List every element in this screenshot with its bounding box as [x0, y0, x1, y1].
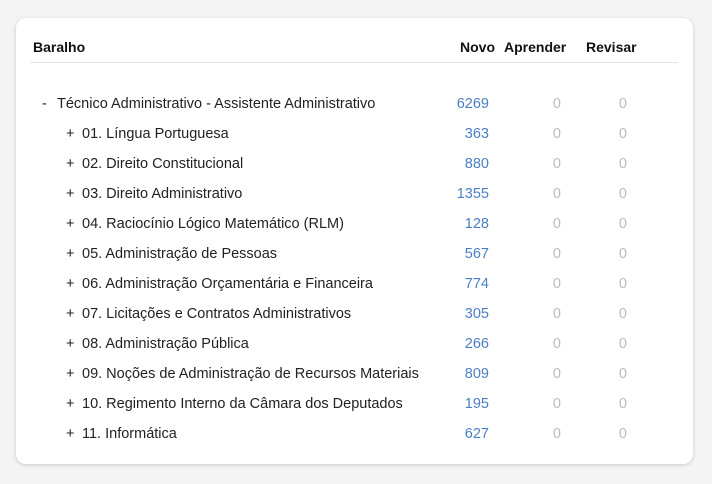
new-count: 880 [464, 156, 489, 172]
expand-toggle[interactable]: + [66, 186, 74, 202]
deck-row: + 06. Administração Orçamentária e Finan… [16, 270, 693, 300]
deck-row: + 11. Informática 627 0 0 [16, 420, 693, 450]
deck-name-link[interactable]: 08. Administração Pública [82, 336, 249, 352]
review-count: 0 [618, 246, 627, 262]
expand-toggle[interactable]: + [66, 276, 74, 292]
new-count: 266 [464, 336, 489, 352]
learn-count: 0 [552, 426, 561, 442]
header-learn: Aprender [504, 39, 567, 55]
learn-count: 0 [552, 216, 561, 232]
deck-name-link[interactable]: 10. Regimento Interno da Câmara dos Depu… [82, 396, 403, 412]
deck-row: + 09. Noções de Administração de Recurso… [16, 360, 693, 390]
expand-toggle[interactable]: + [66, 336, 74, 352]
deck-row: + 01. Língua Portuguesa 363 0 0 [16, 120, 693, 150]
deck-list-card: Baralho Novo Aprender Revisar - Técnico … [16, 18, 693, 464]
review-count: 0 [618, 426, 627, 442]
deck-row: + 07. Licitações e Contratos Administrat… [16, 300, 693, 330]
deck-name-link[interactable]: 07. Licitações e Contratos Administrativ… [82, 306, 351, 322]
deck-row: + 03. Direito Administrativo 1355 0 0 [16, 180, 693, 210]
new-count: 567 [464, 246, 489, 262]
deck-name-link[interactable]: 03. Direito Administrativo [82, 186, 242, 202]
review-count: 0 [618, 396, 627, 412]
deck-rows: - Técnico Administrativo - Assistente Ad… [16, 90, 693, 450]
deck-name-link[interactable]: Técnico Administrativo - Assistente Admi… [57, 96, 375, 112]
deck-row: + 04. Raciocínio Lógico Matemático (RLM)… [16, 210, 693, 240]
review-count: 0 [618, 306, 627, 322]
review-count: 0 [618, 186, 627, 202]
deck-row: + 02. Direito Constitucional 880 0 0 [16, 150, 693, 180]
expand-toggle[interactable]: + [66, 216, 74, 232]
expand-toggle[interactable]: + [66, 306, 74, 322]
new-count: 1355 [456, 186, 489, 202]
learn-count: 0 [552, 276, 561, 292]
header-review: Revisar [586, 39, 637, 55]
expand-toggle[interactable]: + [66, 246, 74, 262]
deck-name-link[interactable]: 02. Direito Constitucional [82, 156, 243, 172]
new-count: 363 [464, 126, 489, 142]
deck-table-header: Baralho Novo Aprender Revisar [30, 38, 678, 63]
new-count: 809 [464, 366, 489, 382]
learn-count: 0 [552, 396, 561, 412]
new-count: 774 [464, 276, 489, 292]
new-count: 305 [464, 306, 489, 322]
new-count: 6269 [456, 96, 489, 112]
review-count: 0 [618, 96, 627, 112]
learn-count: 0 [552, 306, 561, 322]
learn-count: 0 [552, 246, 561, 262]
deck-name-link[interactable]: 04. Raciocínio Lógico Matemático (RLM) [82, 216, 344, 232]
learn-count: 0 [552, 186, 561, 202]
expand-toggle[interactable]: + [66, 366, 74, 382]
review-count: 0 [618, 276, 627, 292]
deck-name-link[interactable]: 01. Língua Portuguesa [82, 126, 229, 142]
review-count: 0 [618, 126, 627, 142]
new-count: 128 [464, 216, 489, 232]
deck-name-link[interactable]: 05. Administração de Pessoas [82, 246, 277, 262]
learn-count: 0 [552, 96, 561, 112]
expand-toggle[interactable]: + [66, 126, 74, 142]
new-count: 627 [464, 426, 489, 442]
header-new: Novo [460, 39, 495, 55]
learn-count: 0 [552, 156, 561, 172]
header-deck: Baralho [33, 39, 86, 55]
review-count: 0 [618, 216, 627, 232]
new-count: 195 [464, 396, 489, 412]
deck-name-link[interactable]: 11. Informática [82, 426, 177, 442]
learn-count: 0 [552, 366, 561, 382]
learn-count: 0 [552, 336, 561, 352]
deck-name-link[interactable]: 06. Administração Orçamentária e Finance… [82, 276, 373, 292]
deck-row: + 05. Administração de Pessoas 567 0 0 [16, 240, 693, 270]
deck-row: + 10. Regimento Interno da Câmara dos De… [16, 390, 693, 420]
review-count: 0 [618, 336, 627, 352]
expand-toggle[interactable]: + [66, 426, 74, 442]
deck-name-link[interactable]: 09. Noções de Administração de Recursos … [82, 366, 419, 382]
expand-toggle[interactable]: + [66, 396, 74, 412]
deck-row: + 08. Administração Pública 266 0 0 [16, 330, 693, 360]
review-count: 0 [618, 366, 627, 382]
review-count: 0 [618, 156, 627, 172]
deck-row: - Técnico Administrativo - Assistente Ad… [16, 90, 693, 120]
learn-count: 0 [552, 126, 561, 142]
expand-toggle[interactable]: + [66, 156, 74, 172]
collapse-toggle[interactable]: - [42, 96, 47, 112]
